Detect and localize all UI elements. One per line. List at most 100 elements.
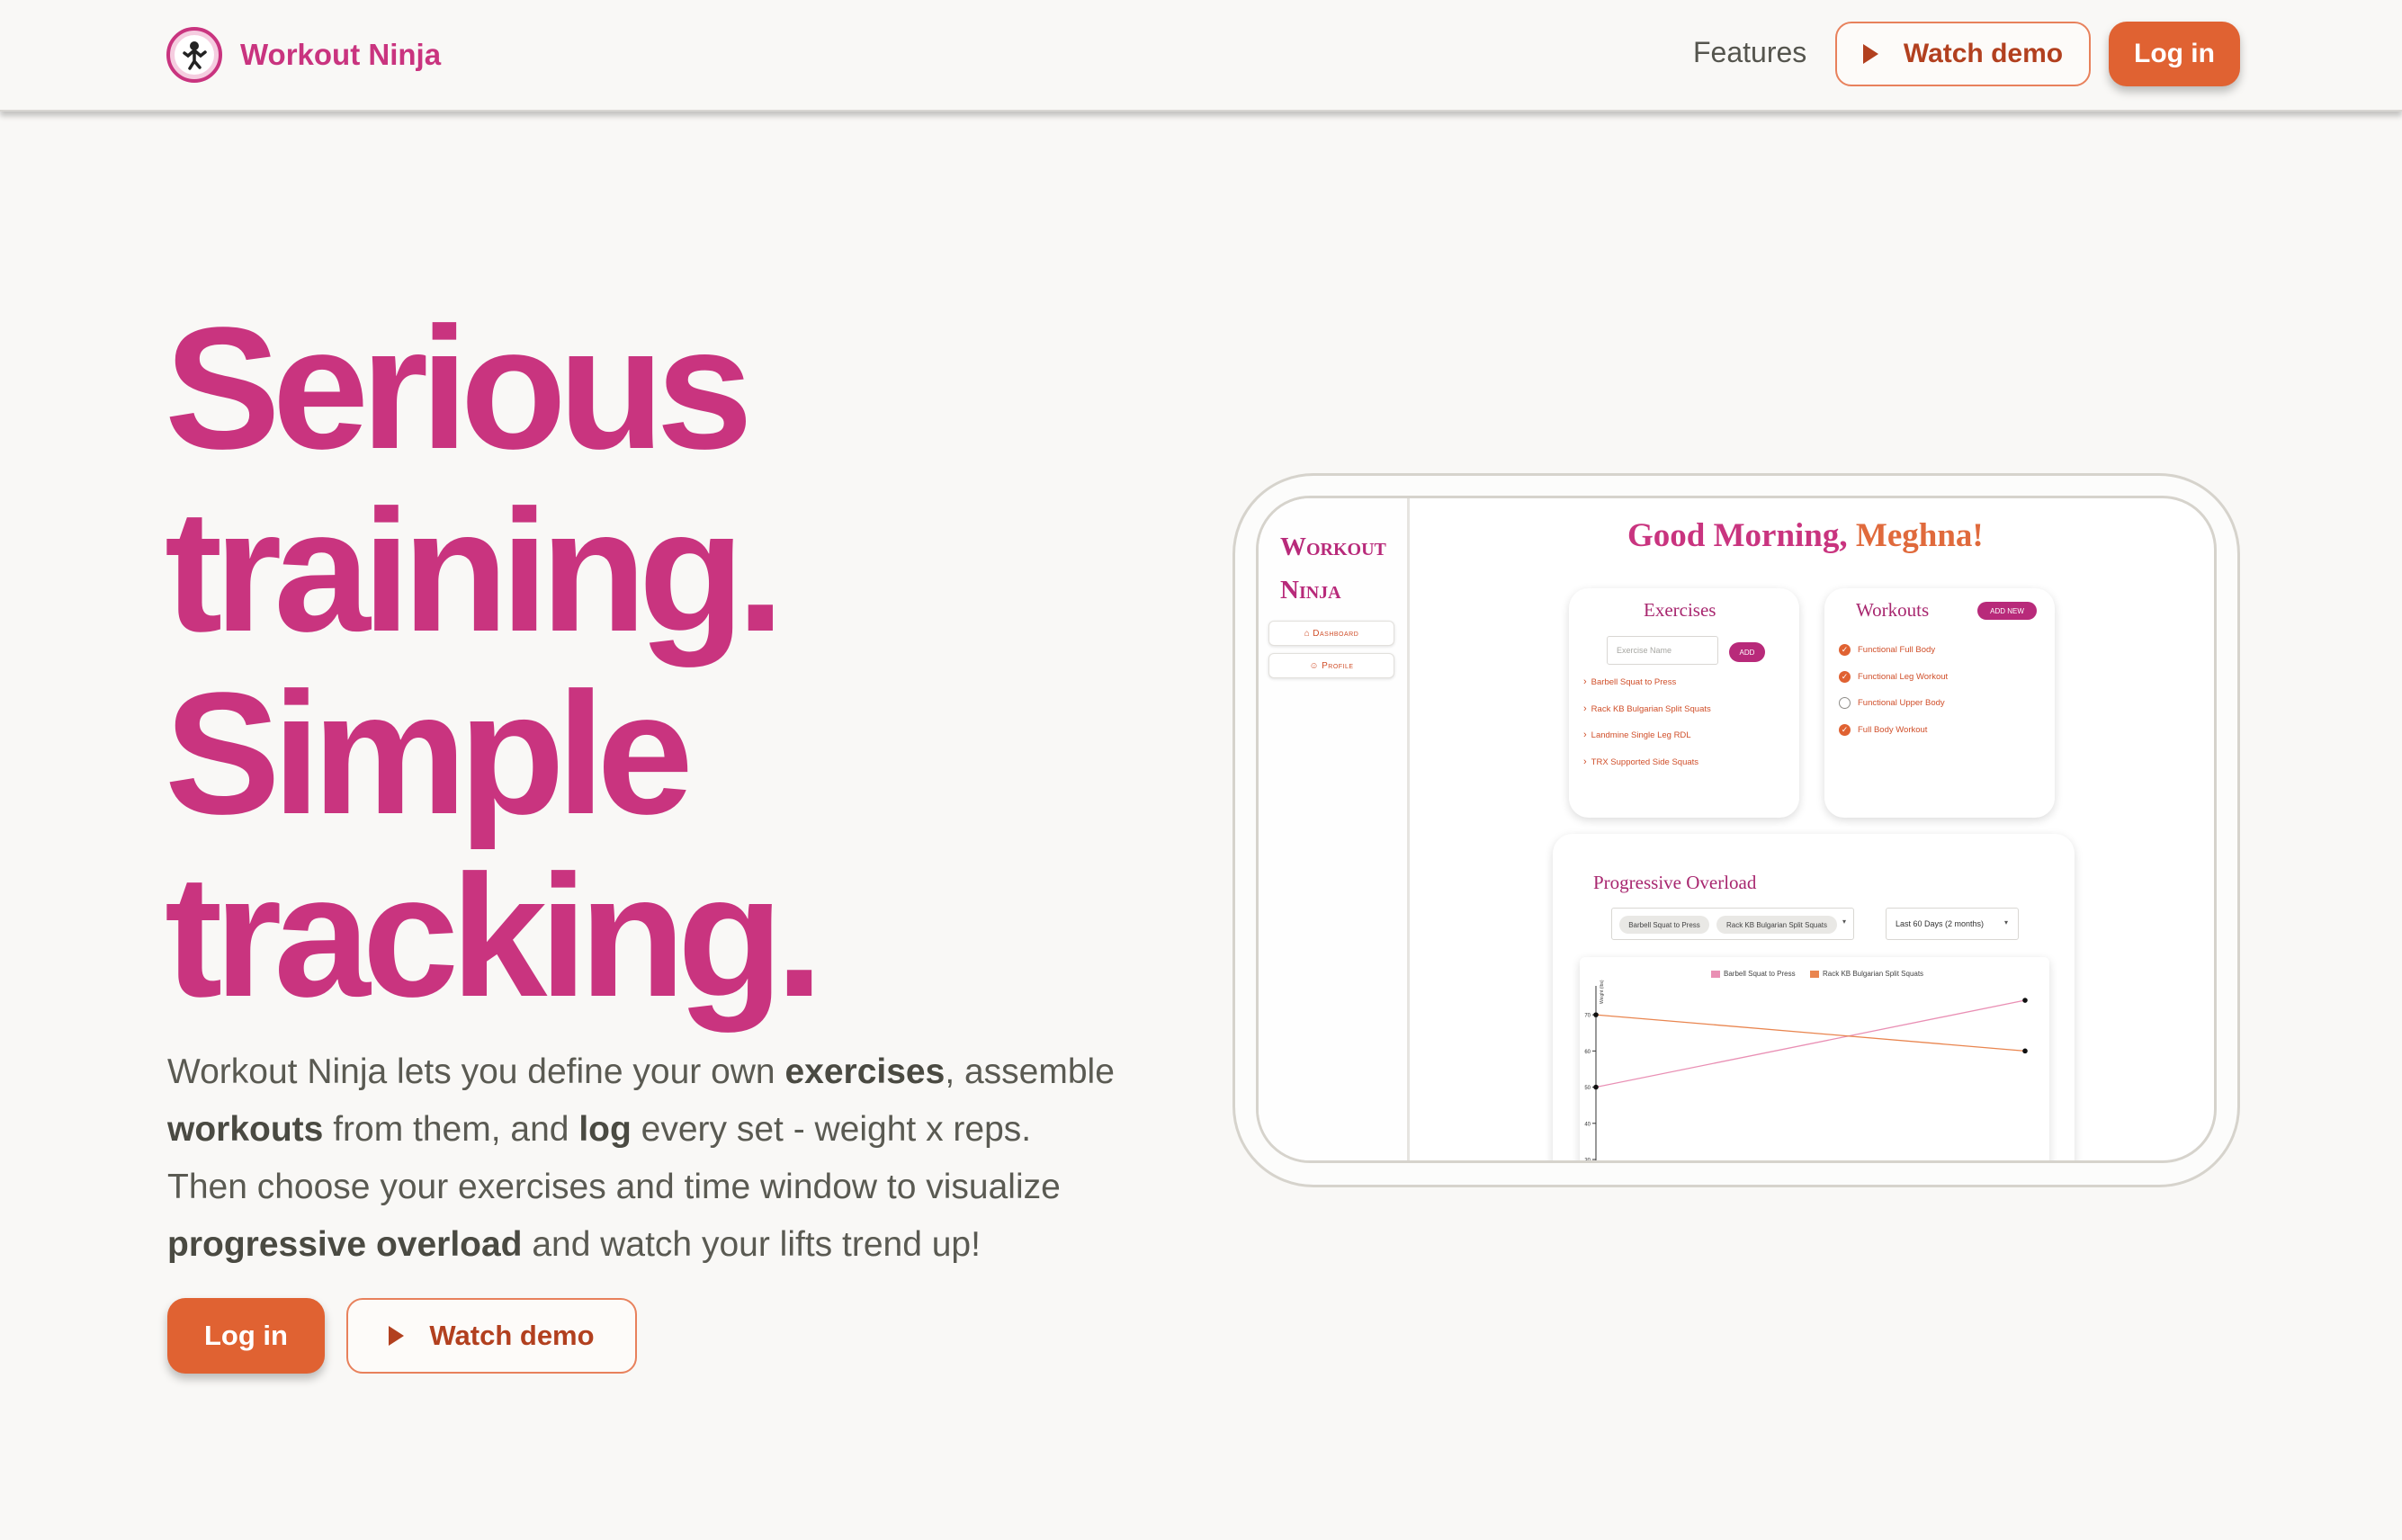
card-title: Exercises: [1644, 599, 1716, 621]
top-navbar: Workout Ninja Features Watch demo Log in: [0, 0, 2402, 112]
sidebar-label: Dashboard: [1313, 628, 1359, 639]
headline-line: training.: [165, 473, 784, 667]
copy-text: Then choose your exercises and time wind…: [167, 1168, 1061, 1206]
sidebar-profile-button[interactable]: ☺ Profile: [1268, 653, 1394, 678]
exercise-label: Barbell Squat to Press: [1591, 677, 1677, 687]
y-tick-label: 70: [1584, 1014, 1591, 1019]
headline-line: tracking.: [165, 838, 823, 1033]
exercise-chip[interactable]: Rack KB Bulgarian Split Squats: [1716, 916, 1837, 934]
app-brand: Workout Ninja: [1280, 525, 1406, 612]
brand-name: Workout Ninja: [240, 38, 442, 71]
copy-text: and watch your lifts trend up!: [522, 1225, 981, 1264]
workout-item[interactable]: Functional Upper Body: [1839, 697, 1945, 709]
headline-line: Serious: [165, 291, 753, 485]
exercise-label: TRX Supported Side Squats: [1591, 757, 1699, 767]
y-tick-label: 40: [1584, 1122, 1591, 1127]
add-exercise-button[interactable]: ADD: [1729, 642, 1765, 662]
copy-bold: exercises: [784, 1052, 946, 1091]
workout-label: Functional Leg Workout: [1858, 672, 1949, 682]
login-label: Log in: [204, 1320, 288, 1351]
ninja-logo-icon: [166, 27, 222, 83]
workouts-card: Workouts ADD NEW ✓ Functional Full Body ✓…: [1824, 588, 2055, 818]
hero-watch-demo-button[interactable]: Watch demo: [346, 1298, 637, 1374]
workout-label: Functional Upper Body: [1858, 698, 1945, 708]
copy-text: , assemble: [945, 1052, 1115, 1091]
workout-item[interactable]: ✓ Functional Leg Workout: [1839, 671, 1948, 683]
hero-description: Workout Ninja lets you define your own e…: [167, 1043, 1175, 1274]
check-circle-icon: ✓: [1839, 644, 1851, 656]
home-icon: ⌂: [1304, 628, 1311, 639]
y-axis-label: Weight (lbs): [1600, 980, 1605, 1004]
chevron-down-icon: ▾: [1842, 918, 1847, 926]
exercise-multiselect[interactable]: Barbell Squat to Press Rack KB Bulgarian…: [1611, 908, 1854, 940]
sidebar-dashboard-button[interactable]: ⌂ Dashboard: [1268, 621, 1394, 646]
nav-features-link[interactable]: Features: [1693, 36, 1806, 69]
exercises-card: Exercises Exercise Name ADD › Barbell Squ…: [1569, 588, 1799, 818]
sidebar-label: Profile: [1322, 660, 1354, 671]
check-circle-icon: ✓: [1839, 724, 1851, 736]
chevron-right-icon: ›: [1583, 730, 1587, 740]
series-line: [1595, 1014, 2026, 1052]
play-icon: [1862, 44, 1878, 64]
user-icon: ☺: [1309, 660, 1320, 671]
greeting-text: Good Morning,: [1627, 517, 1848, 554]
chevron-right-icon: ›: [1583, 676, 1587, 687]
app-preview-screen: Workout Ninja ⌂ Dashboard ☺ Profile Good M…: [1256, 496, 2217, 1163]
exercise-item[interactable]: › Barbell Squat to Press: [1583, 676, 1676, 687]
series-line: [1595, 999, 2026, 1088]
progressive-overload-card: Progressive Overload Barbell Squat to Pr…: [1553, 834, 2075, 1164]
play-icon: [389, 1326, 405, 1346]
chart-panel: Barbell Squat to Press Rack KB Bulgarian…: [1580, 957, 2049, 1164]
data-point: [1593, 1012, 1599, 1017]
card-title: Workouts: [1856, 599, 1930, 621]
app-brand-line: Workout: [1280, 533, 1386, 561]
copy-text: every set - weight x reps.: [631, 1110, 1032, 1149]
data-point: [2022, 998, 2028, 1003]
exercise-name-input[interactable]: Exercise Name: [1607, 636, 1718, 665]
check-circle-icon: ✓: [1839, 671, 1851, 683]
card-title: Progressive Overload: [1593, 872, 1757, 893]
workout-item[interactable]: ✓ Functional Full Body: [1839, 644, 1935, 656]
app-brand-line: Ninja: [1280, 576, 1341, 604]
data-point: [2022, 1048, 2028, 1054]
y-tick-label: 60: [1584, 1050, 1591, 1055]
exercise-item[interactable]: › Rack KB Bulgarian Split Squats: [1583, 703, 1711, 714]
exercise-item[interactable]: › TRX Supported Side Squats: [1583, 757, 1698, 767]
time-window-value: Last 60 Days (2 months): [1896, 919, 1985, 928]
watch-demo-label: Watch demo: [429, 1320, 595, 1351]
brand-link[interactable]: Workout Ninja: [166, 27, 441, 83]
app-sidebar: Workout Ninja ⌂ Dashboard ☺ Profile: [1259, 498, 1410, 1160]
workout-label: Full Body Workout: [1858, 725, 1928, 735]
add-new-workout-button[interactable]: ADD NEW: [1977, 602, 2037, 620]
time-window-select[interactable]: Last 60 Days (2 months) ▾: [1886, 908, 2019, 940]
y-tick-label: 30: [1584, 1159, 1591, 1164]
watch-demo-label: Watch demo: [1903, 39, 2064, 68]
exercise-chip[interactable]: Barbell Squat to Press: [1619, 916, 1709, 934]
hero-login-button[interactable]: Log in: [167, 1298, 325, 1374]
chevron-right-icon: ›: [1583, 703, 1587, 714]
chevron-down-icon: ▾: [2004, 918, 2009, 927]
copy-bold: workouts: [167, 1110, 324, 1149]
copy-bold: progressive overload: [167, 1225, 523, 1264]
headline-line: Simple: [165, 656, 694, 850]
watch-demo-button[interactable]: Watch demo: [1835, 22, 2091, 86]
chevron-right-icon: ›: [1583, 757, 1587, 767]
exercise-label: Rack KB Bulgarian Split Squats: [1591, 704, 1711, 714]
line-chart: 70 60 50 40 30 Weight (lbs): [1584, 980, 2028, 1164]
hero-headline: Serious training. Simple tracking.: [165, 291, 823, 1033]
login-label: Log in: [2134, 39, 2215, 68]
workout-label: Functional Full Body: [1858, 645, 1936, 655]
input-placeholder: Exercise Name: [1617, 646, 1672, 655]
greeting-name: Meghna!: [1855, 517, 1984, 554]
copy-text: from them, and: [323, 1110, 579, 1149]
header-login-button[interactable]: Log in: [2109, 22, 2240, 86]
data-point: [1593, 1084, 1599, 1090]
y-tick-label: 50: [1584, 1086, 1591, 1091]
exercise-label: Landmine Single Leg RDL: [1591, 730, 1691, 740]
exercise-item[interactable]: › Landmine Single Leg RDL: [1583, 730, 1691, 740]
copy-text: Workout Ninja lets you define your own: [167, 1052, 785, 1091]
copy-bold: log: [578, 1110, 632, 1149]
workout-item[interactable]: ✓ Full Body Workout: [1839, 724, 1927, 736]
greeting: Good Morning, Meghna!: [1627, 516, 1984, 555]
empty-circle-icon: [1839, 697, 1851, 709]
